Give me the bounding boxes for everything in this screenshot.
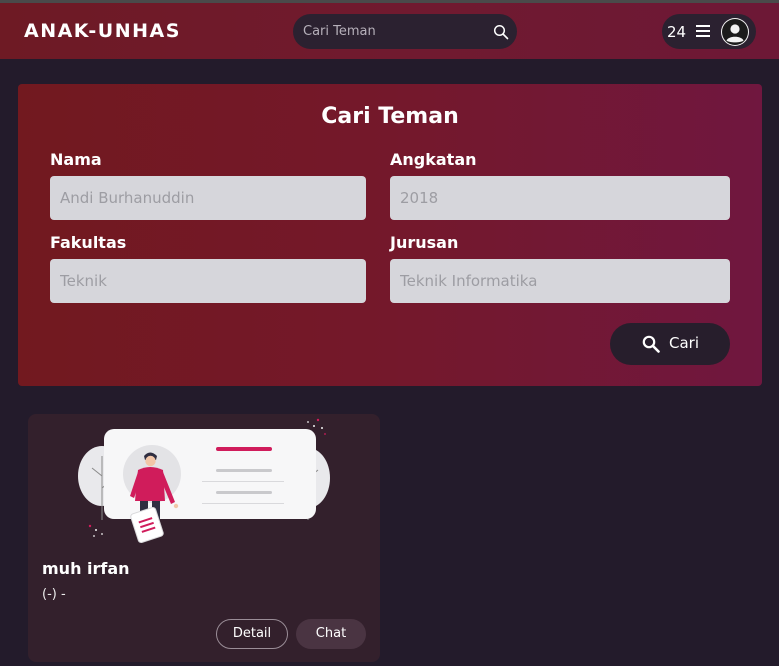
jurusan-input[interactable] <box>390 259 730 303</box>
chat-button[interactable]: Chat <box>296 619 366 649</box>
friend-name: muh irfan <box>42 559 130 578</box>
navbar: ANAK-UNHAS 24 <box>0 3 779 59</box>
jurusan-label: Jurusan <box>390 233 459 252</box>
nama-label: Nama <box>50 150 102 169</box>
profile-illustration <box>78 418 330 544</box>
search-submit-label: Cari <box>669 334 699 352</box>
navbar-search-input[interactable] <box>303 14 479 49</box>
detail-button[interactable]: Detail <box>216 619 288 649</box>
notification-count: 24 <box>667 23 687 41</box>
friend-subtitle: (-) - <box>42 587 66 602</box>
form-title: Cari Teman <box>321 104 459 129</box>
brand-logo[interactable]: ANAK-UNHAS <box>24 20 181 42</box>
search-submit-button[interactable]: Cari <box>610 323 730 365</box>
search-friend-form: Cari Teman Nama Angkatan Fakultas Jurusa… <box>18 84 762 386</box>
fakultas-label: Fakultas <box>50 233 127 252</box>
user-menu[interactable]: 24 <box>662 14 756 49</box>
navbar-search <box>293 14 517 49</box>
fakultas-input[interactable] <box>50 259 366 303</box>
avatar[interactable] <box>721 18 749 46</box>
friend-card: muh irfan (-) - Detail Chat <box>28 414 380 662</box>
angkatan-label: Angkatan <box>390 150 477 169</box>
user-avatar-icon <box>722 19 748 45</box>
nama-input[interactable] <box>50 176 366 220</box>
search-icon <box>642 335 660 353</box>
search-icon[interactable] <box>493 24 509 40</box>
angkatan-input[interactable] <box>390 176 730 220</box>
hamburger-menu-icon[interactable] <box>695 24 711 38</box>
